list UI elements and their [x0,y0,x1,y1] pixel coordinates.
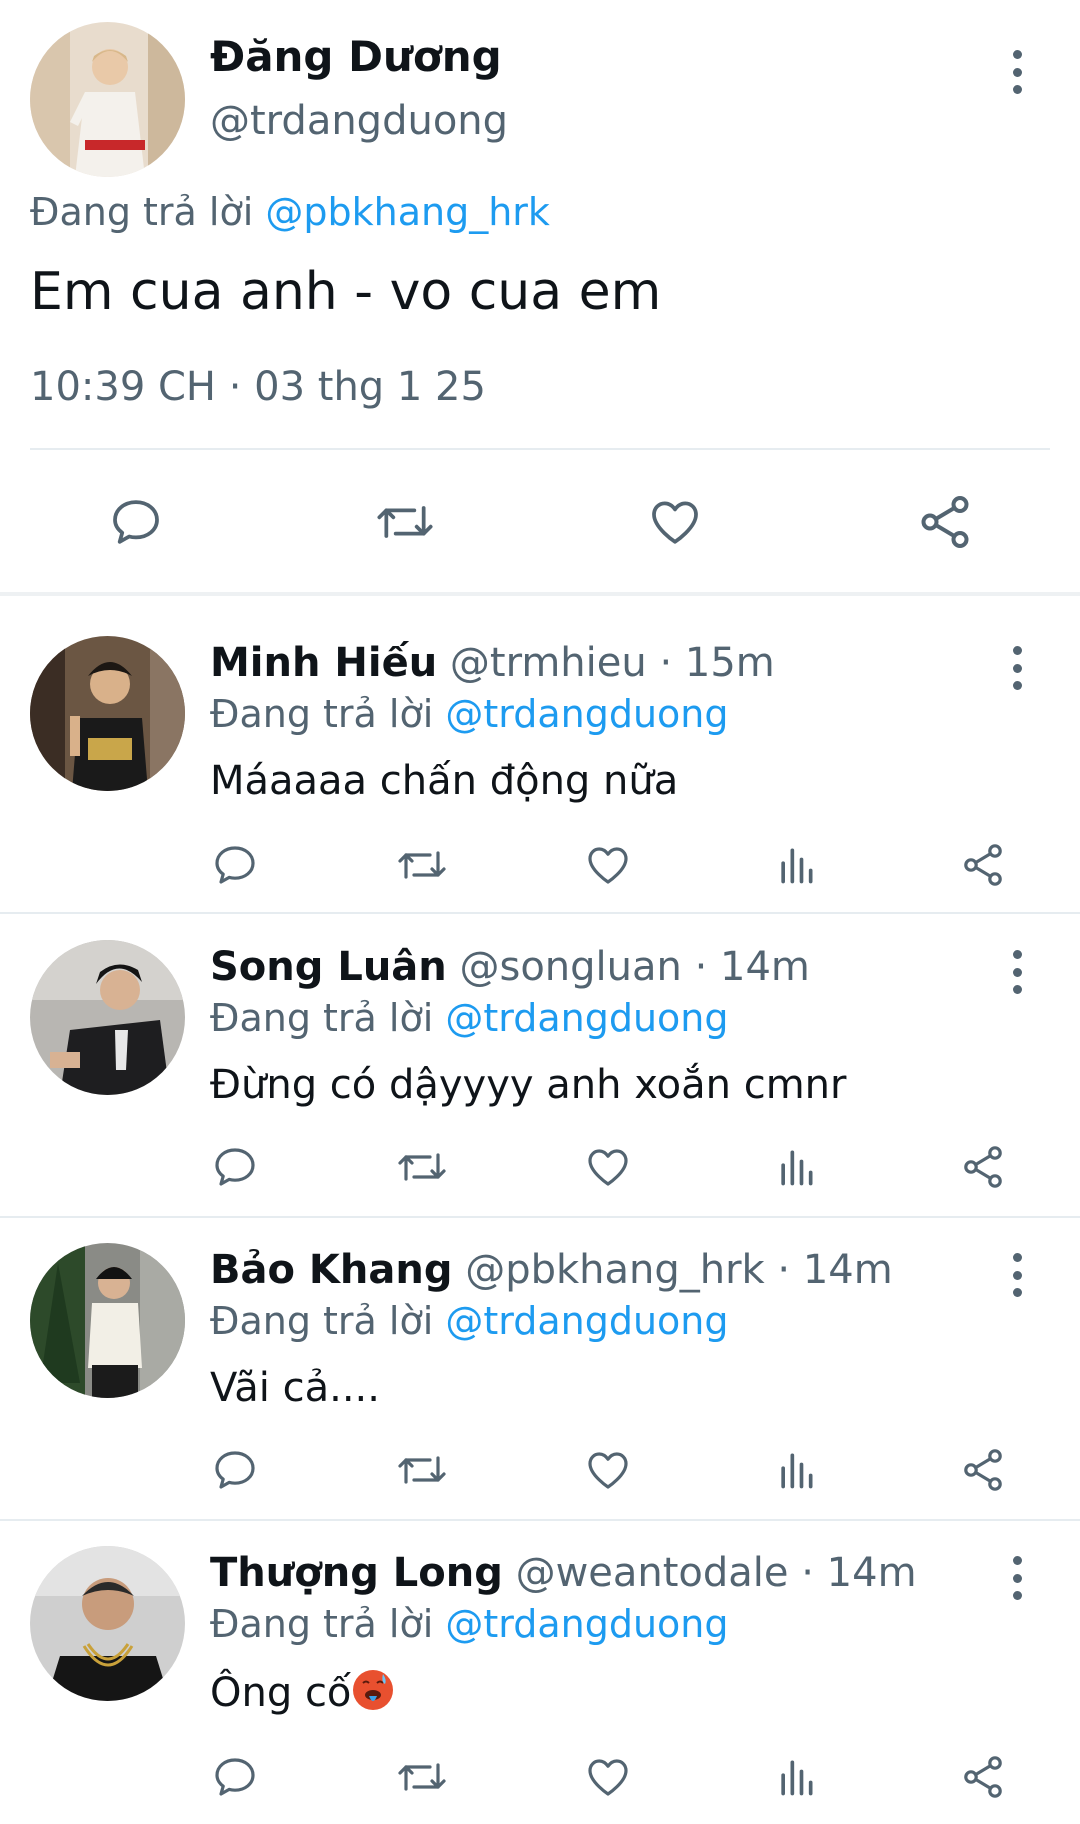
tweet-timestamp[interactable]: 10:39 CH · 03 thg 1 25 [30,364,486,410]
retweet-icon[interactable] [394,1445,450,1495]
replying-to-mention[interactable]: @trdangduong [445,996,728,1040]
replying-to-mention[interactable]: @pbkhang_hrk [265,190,550,234]
reply-text: Ông cố [210,1668,395,1716]
more-options-icon[interactable] [1007,1556,1027,1600]
reply-icon[interactable] [210,1752,260,1802]
replying-to-label: Đang trả lời [210,692,434,736]
replying-to: Đang trả lời @trdangduong [210,1299,729,1343]
views-icon[interactable] [772,1445,820,1495]
author-name[interactable]: Minh Hiếu [210,640,437,686]
reply-tweet[interactable]: Minh Hiếu @trmhieu · 15m Đang trả lời @t… [0,610,1080,910]
retweet-icon[interactable] [370,492,440,552]
reply-text: Máaaaa chấn động nữa [210,758,679,804]
retweet-icon[interactable] [394,1752,450,1802]
retweet-icon[interactable] [394,840,450,890]
main-tweet: Đăng Dương @trdangduong Đang trả lời @pb… [0,0,1080,590]
like-icon[interactable] [582,840,634,890]
views-icon[interactable] [772,840,820,890]
reply-tweet[interactable]: Thượng Long @weantodale · 14m Đang trả l… [0,1520,1080,1820]
replying-to-mention[interactable]: @trdangduong [445,692,728,736]
like-icon[interactable] [582,1142,634,1192]
reply-text-content: Ông cố [210,1670,352,1716]
more-options-icon[interactable] [1007,646,1027,690]
author-handle[interactable]: @weantodale [516,1550,789,1596]
section-separator [0,592,1080,596]
hot-face-emoji [353,1670,394,1710]
share-icon[interactable] [958,1445,1008,1495]
avatar[interactable] [30,636,185,791]
author-name[interactable]: Song Luân [210,944,447,990]
author-name[interactable]: Thượng Long [210,1550,503,1596]
replying-to: Đang trả lời @pbkhang_hrk [30,190,550,234]
views-icon[interactable] [772,1752,820,1802]
tweet-text: Em cua anh - vo cua em [30,262,662,322]
author-name[interactable]: Đăng Dương [210,32,502,81]
like-icon[interactable] [642,492,708,552]
reply-header: Bảo Khang @pbkhang_hrk · 14m [210,1247,893,1293]
divider [30,448,1050,450]
reply-tweet[interactable]: Bảo Khang @pbkhang_hrk · 14m Đang trả lờ… [0,1217,1080,1517]
replying-to-label: Đang trả lời [30,190,254,234]
replying-to-label: Đang trả lời [210,1602,434,1646]
author-handle[interactable]: @trdangduong [210,98,508,144]
avatar[interactable] [30,22,185,177]
more-options-icon[interactable] [1007,1253,1027,1297]
avatar[interactable] [30,1546,185,1701]
reply-header: Thượng Long @weantodale · 14m [210,1550,917,1596]
views-icon[interactable] [772,1142,820,1192]
replying-to-label: Đang trả lời [210,996,434,1040]
reply-time[interactable]: · 14m [801,1550,916,1596]
reply-tweet[interactable]: Song Luân @songluan · 14m Đang trả lời @… [0,914,1080,1214]
reply-time[interactable]: · 15m [659,640,774,686]
reply-text: Vãi cả.... [210,1365,380,1411]
author-name[interactable]: Bảo Khang [210,1247,452,1293]
like-icon[interactable] [582,1445,634,1495]
reply-icon[interactable] [210,1142,260,1192]
reply-time[interactable]: · 14m [777,1247,892,1293]
reply-time[interactable]: · 14m [695,944,810,990]
reply-icon[interactable] [210,1445,260,1495]
replying-to: Đang trả lời @trdangduong [210,1602,729,1646]
like-icon[interactable] [582,1752,634,1802]
avatar[interactable] [30,1243,185,1398]
replying-to-label: Đang trả lời [210,1299,434,1343]
share-icon[interactable] [958,1142,1008,1192]
reply-header: Song Luân @songluan · 14m [210,944,810,990]
author-handle[interactable]: @trmhieu [450,640,647,686]
more-options-icon[interactable] [1007,950,1027,994]
more-options-icon[interactable] [1007,50,1027,94]
avatar[interactable] [30,940,185,1095]
retweet-icon[interactable] [394,1142,450,1192]
replying-to: Đang trả lời @trdangduong [210,692,729,736]
reply-header: Minh Hiếu @trmhieu · 15m [210,640,775,686]
share-icon[interactable] [958,840,1008,890]
reply-icon[interactable] [210,840,260,890]
replying-to: Đang trả lời @trdangduong [210,996,729,1040]
share-icon[interactable] [958,1752,1008,1802]
replying-to-mention[interactable]: @trdangduong [445,1299,728,1343]
author-handle[interactable]: @songluan [459,944,681,990]
reply-text: Đừng có dậyyyy anh xoắn cmnr [210,1062,847,1108]
reply-icon[interactable] [104,492,168,552]
share-icon[interactable] [913,490,977,554]
replying-to-mention[interactable]: @trdangduong [445,1602,728,1646]
author-handle[interactable]: @pbkhang_hrk [465,1247,765,1293]
